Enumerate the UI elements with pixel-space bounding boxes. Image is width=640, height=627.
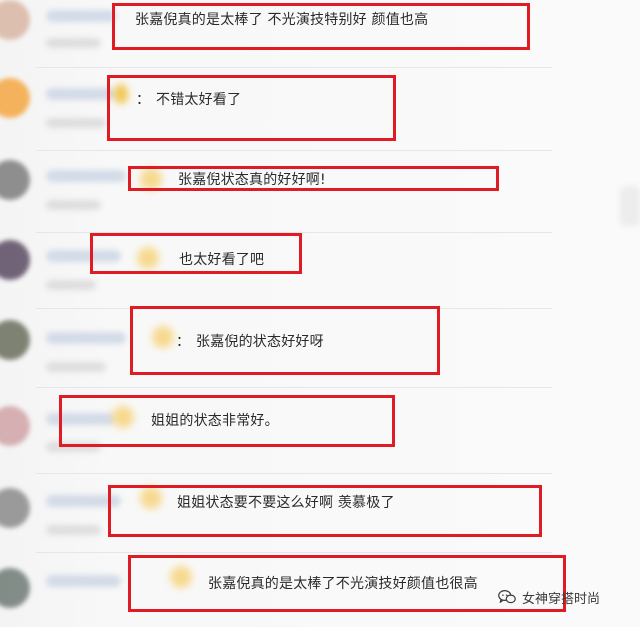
- divider: [36, 552, 552, 553]
- highlight-box-2: [107, 75, 396, 141]
- blurred-meta: [46, 38, 101, 48]
- blurred-username: [46, 332, 126, 344]
- divider: [36, 473, 552, 474]
- watermark-text: 女神穿搭时尚: [522, 591, 601, 607]
- watermark: 女神穿搭时尚: [498, 587, 600, 607]
- blurred-username: [46, 10, 116, 22]
- highlight-box-4: [90, 233, 302, 274]
- blurred-meta: [46, 280, 96, 290]
- wechat-icon: [498, 590, 516, 604]
- highlight-box-3: [128, 166, 499, 191]
- avatar: [0, 406, 30, 446]
- blurred-username: [46, 88, 116, 100]
- highlight-box-1: [112, 3, 530, 50]
- highlight-box-6: [59, 395, 395, 447]
- blurred-meta: [46, 118, 106, 128]
- avatar: [0, 240, 30, 280]
- divider: [36, 387, 552, 388]
- blurred-username: [46, 170, 126, 182]
- side-control: [620, 186, 640, 226]
- comment-screenshot: 张嘉倪真的是太棒了 不光演技特别好 颜值也高 ： 不错太好看了 张嘉倪状态真的好…: [0, 0, 640, 627]
- highlight-box-5: [130, 306, 440, 375]
- blurred-meta: [46, 362, 106, 372]
- avatar: [0, 78, 30, 118]
- blurred-meta: [46, 525, 101, 535]
- highlight-box-7: [108, 485, 542, 537]
- avatar: [0, 0, 30, 40]
- divider: [36, 150, 552, 151]
- avatar: [0, 568, 30, 608]
- avatar: [0, 488, 30, 528]
- blurred-meta: [46, 200, 101, 210]
- avatar: [0, 320, 30, 360]
- divider: [36, 67, 552, 68]
- blurred-username: [46, 575, 121, 587]
- avatar: [0, 160, 30, 200]
